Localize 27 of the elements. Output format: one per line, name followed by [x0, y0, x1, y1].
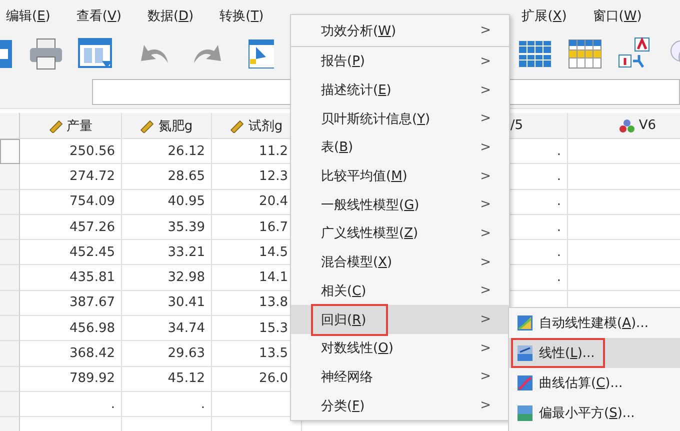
table-cell: 30.41 — [122, 290, 212, 316]
table-cell: 29.63 — [122, 341, 212, 367]
table-cell: 368.42 — [20, 341, 122, 367]
table-cell: 754.09 — [20, 190, 122, 215]
table-cell: 250.56 — [20, 139, 122, 164]
table-cell: 40.95 — [122, 190, 212, 215]
table-cell: 34.74 — [122, 316, 212, 342]
table-cell: 26.12 — [122, 139, 212, 164]
column-name: 产量 — [66, 118, 92, 134]
table-cell: 274.72 — [20, 164, 122, 190]
table-cell: 789.92 — [20, 366, 122, 392]
table-cell: 457.26 — [20, 214, 122, 240]
table-cell: . — [122, 392, 212, 418]
table-cell: 33.21 — [122, 240, 212, 266]
table-cell: 32.98 — [122, 265, 212, 291]
table-cell: 452.45 — [20, 240, 122, 266]
column-name: /5 — [510, 118, 523, 133]
table-cell: 435.81 — [20, 265, 122, 291]
table-cell: 387.67 — [20, 290, 122, 316]
table-cell: 28.65 — [122, 164, 212, 190]
column-name: 试剂g — [248, 118, 283, 134]
column-name: 氮肥g — [158, 118, 193, 134]
table-cell: 456.98 — [20, 316, 122, 342]
table-cell: 35.39 — [122, 214, 212, 240]
table-cell: 45.12 — [122, 366, 212, 392]
column-name: V6 — [638, 118, 656, 133]
table-cell: . — [20, 392, 122, 418]
